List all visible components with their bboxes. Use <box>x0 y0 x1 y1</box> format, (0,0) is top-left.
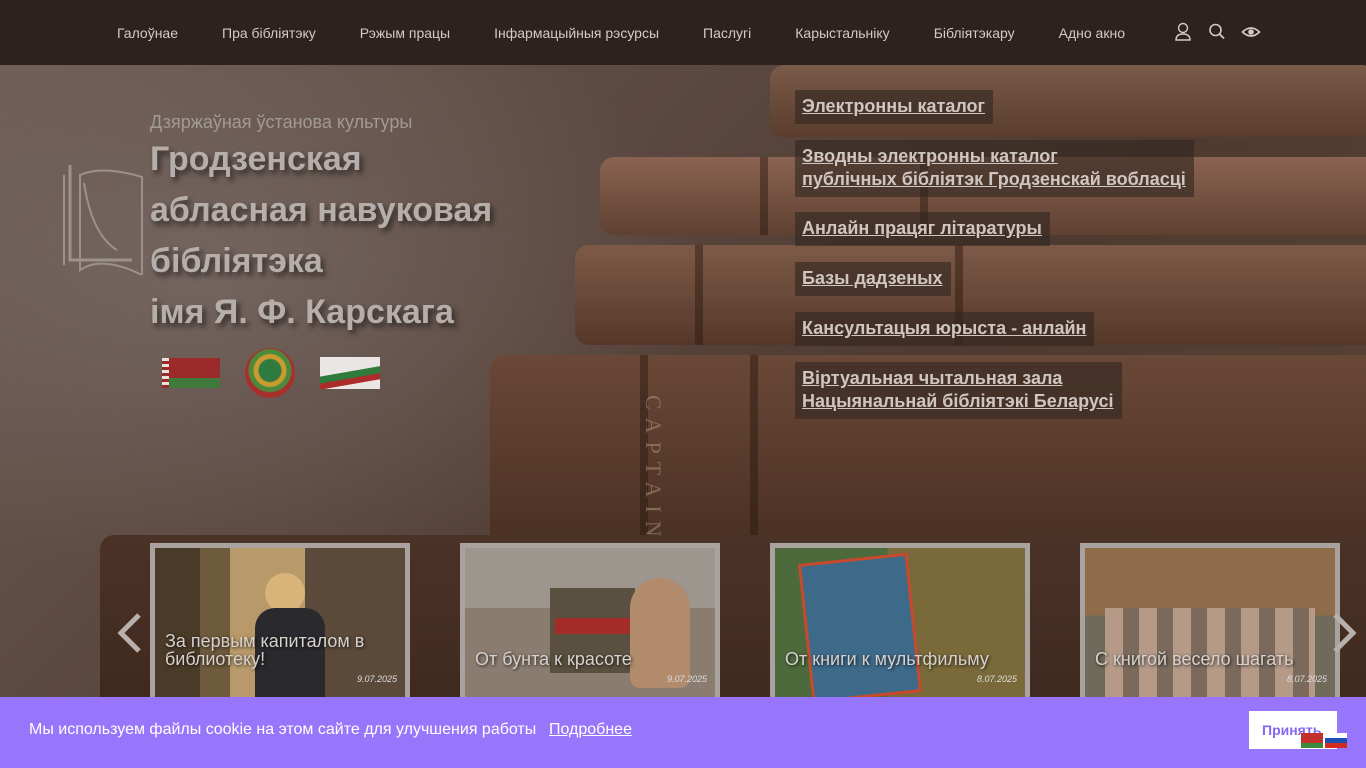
news-card[interactable]: От книги к мультфильму 8.07.2025 <box>770 543 1030 703</box>
title-line: Гродзенская <box>150 140 362 178</box>
nav-item-librarians[interactable]: Бібліятэкару <box>912 25 1037 41</box>
quick-link-box: Анлайн працяг літаратуры <box>795 212 1050 246</box>
main-menu: Галоўнае Пра бібліятэку Рэжым працы Інфа… <box>95 0 1147 65</box>
news-date: 8.07.2025 <box>1286 674 1327 684</box>
nav-item-resources[interactable]: Інфармацыйныя рэсурсы <box>472 25 681 41</box>
news-date: 9.07.2025 <box>666 674 707 684</box>
state-symbols <box>162 348 380 398</box>
organization-title: Гродзенская абласная навуковая бібліятэк… <box>150 134 600 338</box>
news-carousel: За первым капиталом в библиотеку! 9.07.2… <box>0 543 1366 703</box>
quick-link-box: Зводны электронны каталог публічных бібл… <box>795 140 1194 197</box>
news-photo: От книги к мультфильму 8.07.2025 <box>775 548 1025 698</box>
news-caption: За первым капиталом в библиотеку! <box>165 631 365 669</box>
link-line: публічных бібліятэк Гродзенскай вобласці <box>802 169 1186 189</box>
quick-link-box: Электронны каталог <box>795 90 994 124</box>
belarus-flag-icon[interactable] <box>162 358 220 388</box>
nav-item-users[interactable]: Карыстальніку <box>773 25 911 41</box>
link-line: Віртуальная чытальная зала <box>802 368 1063 388</box>
nav-item-one-window[interactable]: Адно акно <box>1037 25 1147 41</box>
cookie-consent-bar: Мы используем файлы cookie на этом сайте… <box>0 697 1366 768</box>
quick-link-box: Віртуальная чытальная зала Нацыянальнай … <box>795 362 1122 419</box>
news-date: 8.07.2025 <box>976 674 1017 684</box>
header-tools <box>1173 21 1261 43</box>
nav-item-services[interactable]: Паслугі <box>681 25 773 41</box>
eye-icon[interactable] <box>1241 21 1261 43</box>
russian-flag-icon[interactable] <box>1325 733 1347 748</box>
top-navigation-bar: Галоўнае Пра бібліятэку Рэжым працы Інфа… <box>0 0 1366 65</box>
cookie-more-link[interactable]: Подробнее <box>549 721 632 739</box>
nav-item-about[interactable]: Пра бібліятэку <box>200 25 338 41</box>
news-caption: От книги к мультфильму <box>785 649 989 669</box>
link-union-catalog[interactable]: Зводны электронны каталог публічных бібл… <box>802 145 1186 191</box>
nav-item-home[interactable]: Галоўнае <box>95 25 200 41</box>
link-electronic-catalog[interactable]: Электронны каталог <box>802 95 985 118</box>
link-virtual-reading-room[interactable]: Віртуальная чытальная зала Нацыянальнай … <box>802 367 1114 413</box>
quick-link-box: Базы дадзеных <box>795 262 951 296</box>
link-line: Нацыянальнай бібліятэкі Беларусі <box>802 391 1114 411</box>
language-switcher <box>1301 733 1347 748</box>
search-icon[interactable] <box>1207 21 1227 43</box>
news-card[interactable]: За первым капиталом в библиотеку! 9.07.2… <box>150 543 410 703</box>
cookie-message: Мы используем файлы cookie на этом сайте… <box>29 721 537 738</box>
news-photo: За первым капиталом в библиотеку! 9.07.2… <box>155 548 405 698</box>
organization-subtitle: Дзяржаўная ўстанова культуры <box>150 112 413 132</box>
carousel-next-arrow-icon[interactable] <box>1331 613 1357 653</box>
link-online-renewal[interactable]: Анлайн працяг літаратуры <box>802 217 1042 240</box>
state-emblem-icon[interactable] <box>245 348 295 398</box>
title-line: бібліятэка <box>150 242 323 280</box>
news-card[interactable]: С книгой весело шагать 8.07.2025 <box>1080 543 1340 703</box>
nav-item-schedule[interactable]: Рэжым працы <box>338 25 472 41</box>
user-icon[interactable] <box>1173 21 1193 43</box>
carousel-prev-arrow-icon[interactable] <box>117 613 143 653</box>
link-line: Зводны электронны каталог <box>802 146 1058 166</box>
news-date: 9.07.2025 <box>356 674 397 684</box>
news-photo: От бунта к красоте 9.07.2025 <box>465 548 715 698</box>
link-databases[interactable]: Базы дадзеных <box>802 267 943 290</box>
news-card[interactable]: От бунта к красоте 9.07.2025 <box>460 543 720 703</box>
news-caption: От бунта к красоте <box>475 649 632 669</box>
year-banner-icon[interactable] <box>320 357 380 389</box>
news-caption: С книгой весело шагать <box>1095 649 1294 669</box>
belarusian-flag-icon[interactable] <box>1301 733 1323 748</box>
title-line: абласная навуковая <box>150 191 493 229</box>
news-photo: С книгой весело шагать 8.07.2025 <box>1085 548 1335 698</box>
library-logo <box>63 165 143 275</box>
link-lawyer-consultation[interactable]: Кансультацыя юрыста - анлайн <box>802 317 1086 340</box>
title-line: імя Я. Ф. Карскага <box>150 293 454 331</box>
quick-link-box: Кансультацыя юрыста - анлайн <box>795 312 1095 346</box>
